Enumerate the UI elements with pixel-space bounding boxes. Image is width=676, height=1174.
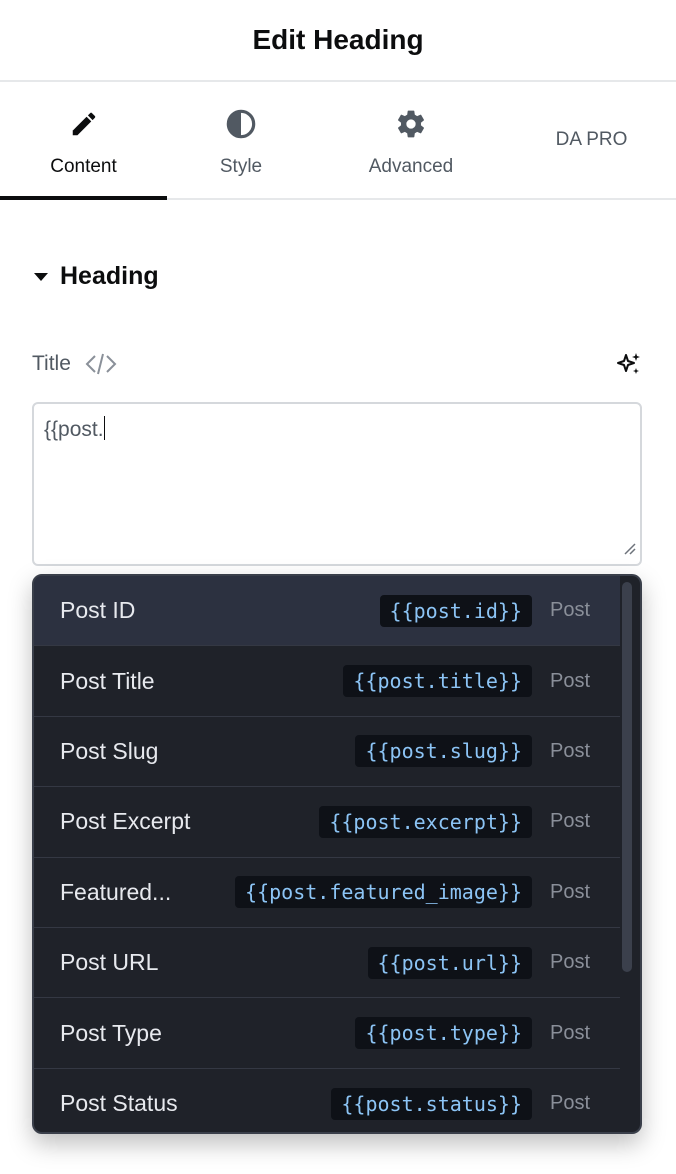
dropdown-item-post-title[interactable]: Post Title {{post.title}} Post: [34, 646, 620, 717]
page-title: Edit Heading: [252, 24, 424, 55]
item-group: Post: [550, 951, 591, 974]
tab-label: Content: [50, 156, 117, 177]
title-textarea[interactable]: {{post.: [32, 402, 642, 566]
text-cursor: [103, 416, 105, 440]
item-name: Featured...: [60, 878, 172, 905]
item-token: {{post.status}}: [331, 1087, 532, 1120]
gear-icon: [395, 106, 427, 142]
dropdown-item-post-id[interactable]: Post ID {{post.id}} Post: [34, 576, 620, 647]
dropdown-item-post-excerpt[interactable]: Post Excerpt {{post.excerpt}} Post: [34, 787, 620, 858]
dropdown-item-featured-image[interactable]: Featured... {{post.featured_image}} Post: [34, 858, 620, 928]
tab-da-pro[interactable]: DA PRO: [507, 82, 676, 198]
contrast-icon: [225, 106, 257, 142]
item-token: {{post.excerpt}}: [319, 805, 532, 838]
item-name: Post Title: [60, 667, 155, 694]
item-group: Post: [550, 739, 591, 762]
title-field-row: Title: [32, 346, 642, 382]
dropdown-item-post-status[interactable]: Post Status {{post.status}} Post: [34, 1069, 620, 1132]
panel-header: Edit Heading: [0, 0, 676, 82]
tab-style[interactable]: Style: [167, 82, 315, 198]
item-token: {{post.url}}: [367, 946, 532, 979]
item-name: Post Slug: [60, 737, 159, 764]
dropdown-scrollbar[interactable]: [622, 582, 632, 972]
field-label: Title: [32, 352, 71, 375]
item-token: {{post.featured_image}}: [235, 876, 532, 909]
section-heading-toggle[interactable]: Heading: [34, 262, 159, 291]
item-name: Post Type: [60, 1019, 162, 1046]
dynamic-tags-icon[interactable]: [85, 351, 117, 377]
item-group: Post: [550, 1092, 591, 1115]
item-token: {{post.type}}: [355, 1017, 532, 1050]
dropdown-list: Post ID {{post.id}} Post Post Title {{po…: [34, 576, 620, 1132]
item-group: Post: [550, 599, 591, 622]
item-group: Post: [550, 1021, 591, 1044]
dropdown-item-post-type[interactable]: Post Type {{post.type}} Post: [34, 998, 620, 1069]
tab-label: Style: [219, 156, 263, 177]
tab-advanced[interactable]: Advanced: [315, 82, 507, 198]
title-input[interactable]: {{post.: [34, 404, 640, 564]
item-group: Post: [550, 880, 591, 903]
item-name: Post URL: [60, 949, 159, 976]
title-input-value: {{post.: [44, 418, 104, 441]
item-name: Post Status: [60, 1090, 178, 1117]
ai-sparkle-icon[interactable]: [616, 351, 642, 377]
tab-label: DA PRO: [555, 129, 628, 150]
dropdown-item-post-url[interactable]: Post URL {{post.url}} Post: [34, 928, 620, 999]
tab-label: Advanced: [368, 156, 454, 177]
pencil-icon: [69, 106, 99, 142]
item-token: {{post.id}}: [379, 594, 532, 627]
tab-content[interactable]: Content: [0, 82, 167, 200]
editor-panel: Edit Heading Content Style Advanced DA P…: [0, 0, 676, 1174]
item-token: {{post.slug}}: [355, 735, 532, 768]
dropdown-item-post-slug[interactable]: Post Slug {{post.slug}} Post: [34, 717, 620, 788]
resize-grip-icon[interactable]: [622, 541, 636, 560]
item-token: {{post.title}}: [343, 665, 532, 698]
item-name: Post ID: [60, 597, 136, 624]
dynamic-tag-dropdown: Post ID {{post.id}} Post Post Title {{po…: [32, 574, 642, 1134]
panel-tabs: Content Style Advanced DA PRO: [0, 82, 676, 200]
item-group: Post: [550, 810, 591, 833]
item-group: Post: [550, 669, 591, 692]
caret-down-icon: [34, 272, 48, 281]
item-name: Post Excerpt: [60, 808, 191, 835]
section-title: Heading: [60, 262, 159, 290]
